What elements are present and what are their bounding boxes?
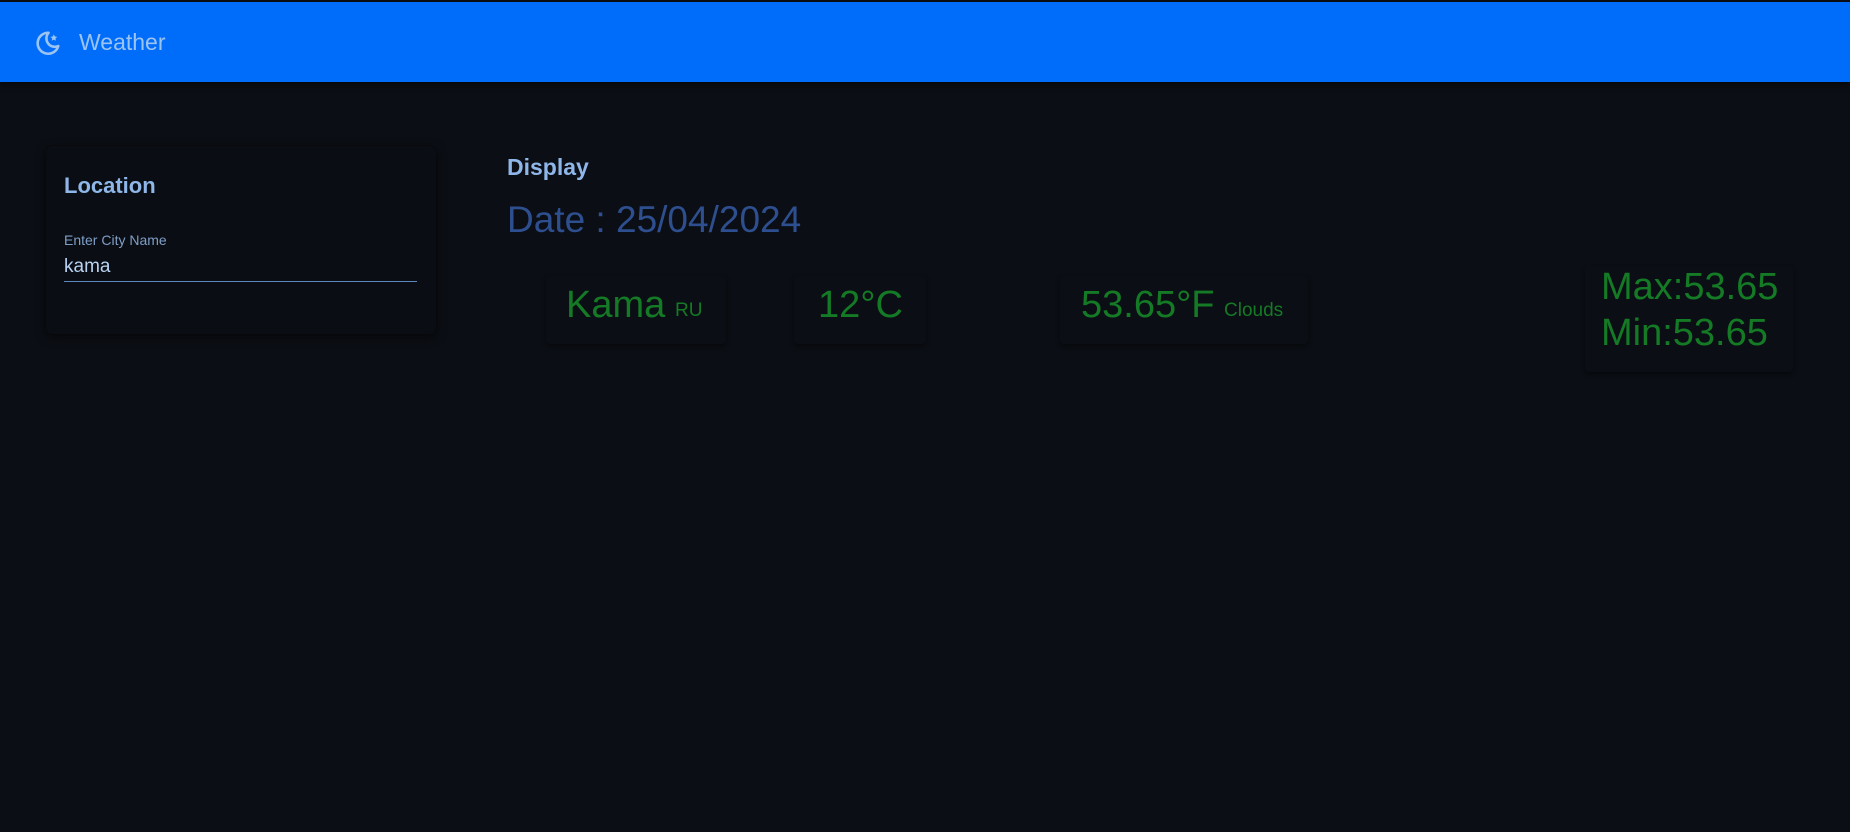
location-title: Location: [64, 173, 156, 198]
min-temp: Min:53.65: [1601, 312, 1768, 354]
date-text: Date : 25/04/2024: [507, 199, 802, 240]
city-name: Kama: [566, 284, 666, 326]
location-card: Location Enter City Name: [46, 146, 436, 334]
app-title: Weather: [79, 29, 166, 55]
display-title: Display: [507, 154, 589, 180]
moon-stars-icon: [36, 31, 60, 55]
min-max-tile: Max:53.65 Min:53.65: [1585, 266, 1793, 372]
city-name-input[interactable]: [64, 253, 417, 282]
city-field-label: Enter City Name: [64, 232, 167, 248]
max-temp: Max:53.65: [1601, 266, 1779, 308]
city-tile: Kama RU: [546, 276, 726, 344]
app-bar: Weather: [0, 2, 1850, 82]
temp-fahrenheit: 53.65°F: [1081, 284, 1215, 326]
temp-celsius-tile: 12°C: [794, 276, 926, 344]
weather-condition: Clouds: [1224, 300, 1284, 321]
temp-fahrenheit-tile: 53.65°F Clouds: [1060, 276, 1308, 344]
temp-celsius: 12°C: [818, 284, 903, 326]
country-code: RU: [675, 300, 703, 321]
